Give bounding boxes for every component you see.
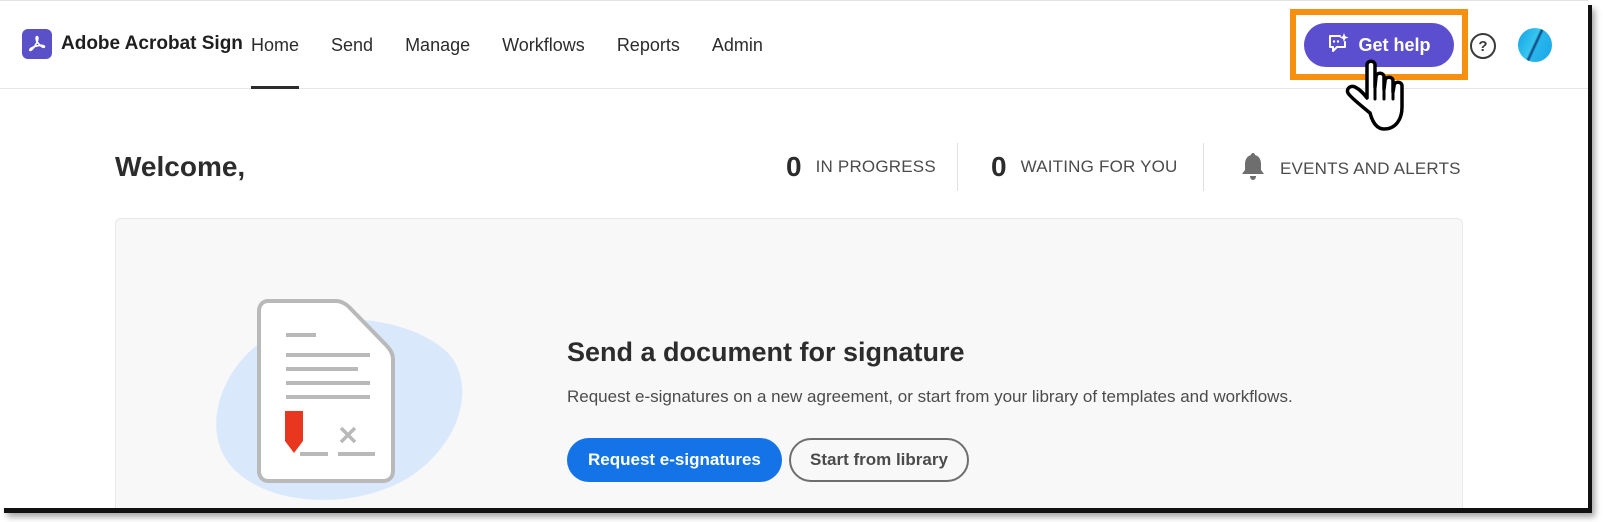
card-description: Request e-signatures on a new agreement,… (567, 387, 1293, 406)
waiting-count: 0 (991, 151, 1007, 182)
stat-divider (1203, 143, 1204, 191)
card-title: Send a document for signature (567, 337, 965, 367)
nav-send[interactable]: Send (331, 1, 373, 89)
acrobat-logo-icon (22, 29, 52, 59)
stat-divider (957, 143, 958, 191)
nav-admin[interactable]: Admin (712, 1, 763, 89)
user-avatar[interactable] (1518, 28, 1552, 62)
nav-home[interactable]: Home (251, 1, 300, 89)
start-from-library-button[interactable]: Start from library (789, 438, 969, 482)
nav-workflows[interactable]: Workflows (502, 1, 585, 89)
nav-reports[interactable]: Reports (617, 1, 680, 89)
send-document-card: Send a document for signature Request e-… (115, 218, 1463, 508)
in-progress-label: IN PROGRESS (815, 157, 936, 176)
bell-icon (1240, 151, 1266, 186)
waiting-label: WAITING FOR YOU (1020, 157, 1178, 176)
waiting-for-you-stat[interactable]: 0 WAITING FOR YOU (991, 151, 1178, 183)
brand-name: Adobe Acrobat Sign (61, 33, 243, 54)
welcome-heading: Welcome, (115, 151, 246, 182)
events-label: EVENTS AND ALERTS (1280, 158, 1461, 178)
app-window: Adobe Acrobat Sign Home Send Manage Work… (0, 0, 1588, 508)
brand[interactable]: Adobe Acrobat Sign (22, 29, 243, 59)
in-progress-stat[interactable]: 0 IN PROGRESS (786, 151, 936, 183)
document-signature-icon (208, 293, 468, 508)
help-circle-icon[interactable]: ? (1470, 33, 1496, 59)
main-nav: Home Send Manage Workflows Reports Admin (251, 1, 795, 89)
in-progress-count: 0 (786, 151, 802, 182)
events-and-alerts-stat[interactable]: EVENTS AND ALERTS (1240, 151, 1461, 186)
pointer-hand-icon (1340, 53, 1420, 140)
request-e-signatures-button[interactable]: Request e-signatures (567, 438, 782, 482)
nav-manage[interactable]: Manage (405, 1, 470, 89)
